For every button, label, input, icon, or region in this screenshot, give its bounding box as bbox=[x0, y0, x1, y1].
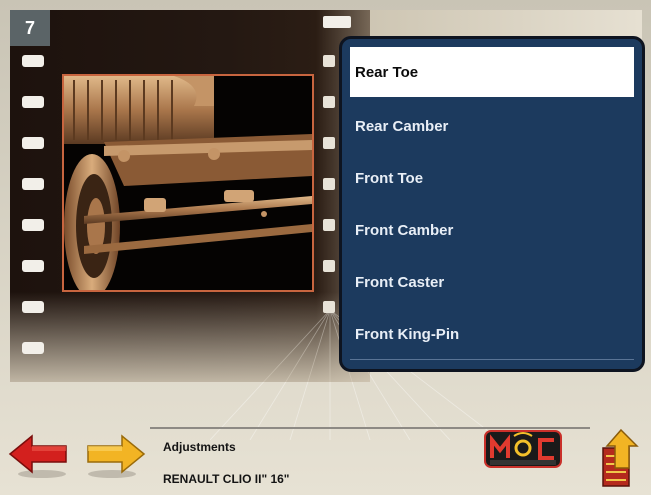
menu-item-label: Front Toe bbox=[355, 169, 424, 187]
step-number-badge: 7 bbox=[10, 10, 50, 46]
footer-divider bbox=[150, 427, 590, 429]
adjustment-menu: Rear Toe Rear Camber Front Toe Front Cam… bbox=[339, 36, 645, 372]
step-number: 7 bbox=[24, 17, 35, 38]
menu-item-front-camber[interactable]: Front Camber bbox=[350, 205, 634, 255]
back-button[interactable] bbox=[8, 432, 70, 485]
arrow-left-icon bbox=[8, 434, 67, 478]
menu-item-rear-toe[interactable]: Rear Toe bbox=[350, 47, 634, 97]
mondolfo-ferro-logo bbox=[484, 430, 562, 468]
menu-item-label: Front Camber bbox=[355, 221, 454, 239]
suspension-illustration bbox=[62, 74, 314, 292]
section-title: Adjustments bbox=[163, 440, 236, 454]
film-perforations-left bbox=[22, 55, 46, 383]
menu-item-label: Front Caster bbox=[355, 273, 445, 291]
menu-item-front-toe[interactable]: Front Toe bbox=[350, 153, 634, 203]
menu-item-label: Rear Toe bbox=[355, 63, 419, 81]
film-perforations-right bbox=[323, 55, 337, 342]
vehicle-name: RENAULT CLIO II" 16" bbox=[163, 472, 290, 486]
menu-divider bbox=[350, 359, 634, 360]
arrow-right-icon bbox=[87, 434, 146, 478]
menu-item-front-caster[interactable]: Front Caster bbox=[350, 257, 634, 307]
menu-item-label: Front King-Pin bbox=[355, 325, 460, 343]
rear-suspension-image bbox=[64, 76, 312, 290]
exit-icon bbox=[602, 428, 639, 487]
film-perforation-top bbox=[323, 16, 351, 28]
forward-button[interactable] bbox=[84, 432, 146, 485]
menu-item-rear-camber[interactable]: Rear Camber bbox=[350, 101, 634, 151]
exit-button[interactable] bbox=[597, 428, 641, 488]
menu-item-front-king-pin[interactable]: Front King-Pin bbox=[350, 309, 634, 359]
app-window: 7 Rear Toe Rear Camber Front Toe Front C… bbox=[0, 0, 651, 495]
brand-logo-icon bbox=[484, 430, 562, 468]
menu-item-label: Rear Camber bbox=[355, 117, 449, 135]
